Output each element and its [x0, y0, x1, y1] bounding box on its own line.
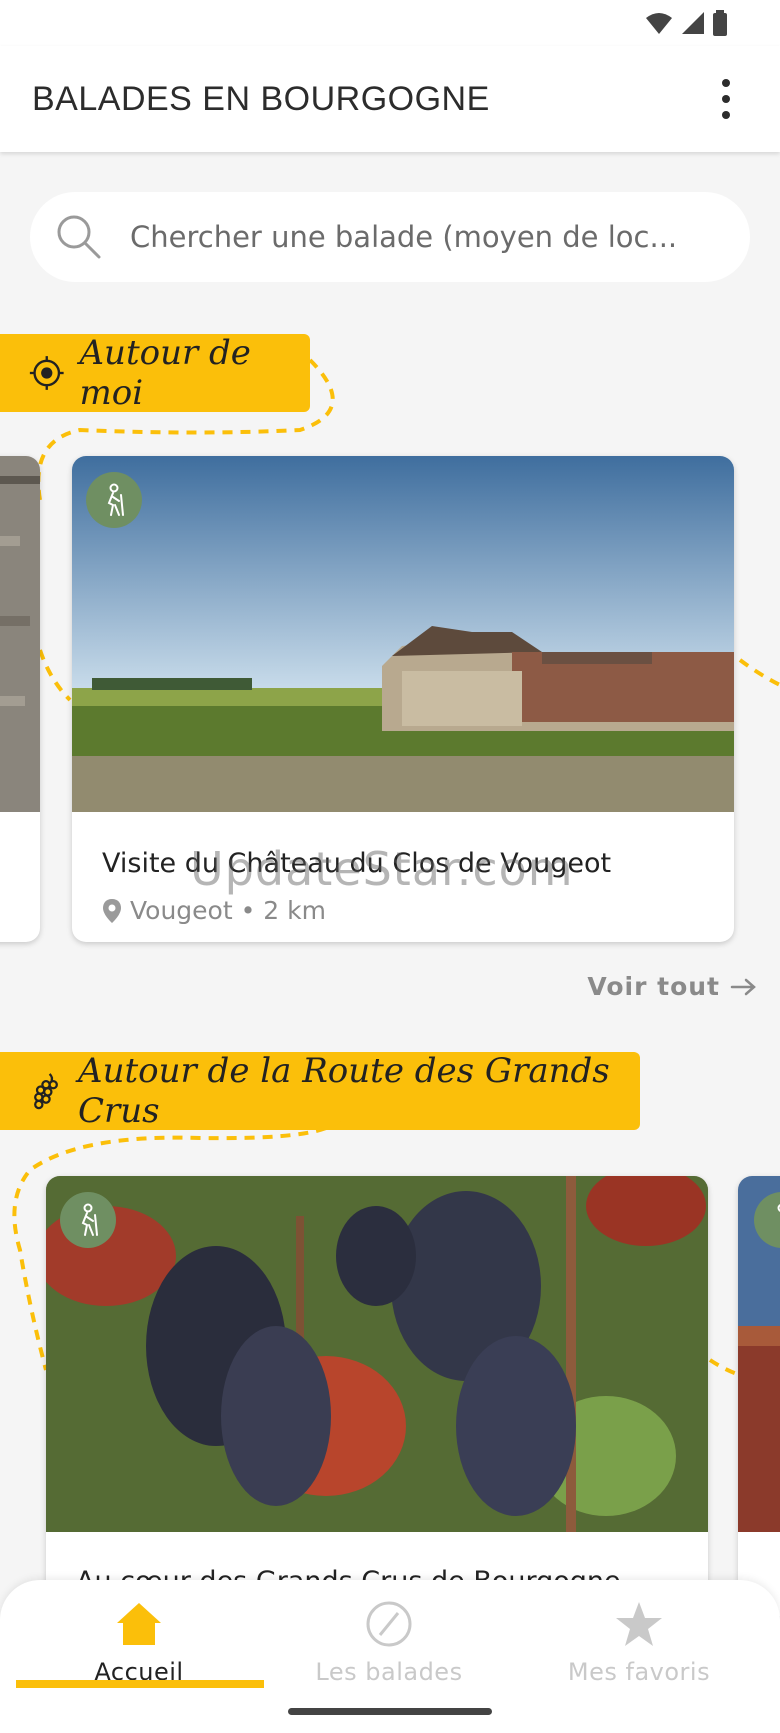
walk-badge: [86, 472, 142, 528]
app-title: BALADES EN BOURGOGNE: [32, 80, 490, 118]
hiker-icon: [777, 1203, 780, 1213]
card-meta-text: Vougeot • 2 km: [130, 896, 326, 925]
card-title: Visite du Château du Clos de Vougeot: [102, 848, 612, 879]
card-image: [0, 456, 40, 812]
arrow-right-icon: [730, 978, 756, 995]
card-image-grapes: [46, 1176, 708, 1532]
walk-card[interactable]: Au cœur des Grands Crus de Bourgogne: [46, 1176, 708, 1616]
hiker-icon: [107, 483, 124, 516]
card-partial-right[interactable]: [738, 1176, 780, 1616]
card-image-chateau: [72, 456, 734, 812]
location-pin-icon: [103, 898, 121, 923]
nav-item-walks[interactable]: Les balades: [264, 1596, 514, 1686]
wifi-icon: [646, 13, 672, 34]
status-bar: [0, 0, 780, 46]
battery-icon: [713, 10, 727, 36]
menu-dot-icon: [722, 95, 730, 103]
card-partial-left[interactable]: [0, 456, 40, 942]
hiker-icon: [81, 1203, 98, 1236]
see-all-link[interactable]: Voir tout: [587, 972, 756, 1001]
menu-dot-icon: [722, 79, 730, 87]
walk-badge: [60, 1192, 116, 1248]
nav-label: Mes favoris: [567, 1658, 711, 1686]
app-bar: BALADES EN BOURGOGNE: [0, 46, 780, 152]
home-icon: [117, 1603, 161, 1645]
nav-label: Les balades: [315, 1658, 463, 1686]
search-input[interactable]: [130, 210, 730, 264]
menu-dot-icon: [722, 111, 730, 119]
see-all-label: Voir tout: [587, 972, 720, 1001]
nav-active-indicator: [16, 1680, 264, 1688]
compass-icon: [366, 1601, 412, 1647]
home-indicator[interactable]: [288, 1708, 492, 1715]
signal-icon: [682, 12, 704, 34]
search-bar[interactable]: [30, 192, 750, 282]
grapes-icon: [34, 1073, 58, 1110]
nav-item-favorites[interactable]: Mes favoris: [514, 1596, 764, 1686]
card-location: Vougeot • 2 km: [102, 896, 326, 925]
search-icon: [57, 215, 101, 259]
walk-card[interactable]: Visite du Château du Clos de Vougeot Vou…: [72, 456, 734, 942]
nav-item-home[interactable]: Accueil: [14, 1596, 264, 1686]
overflow-menu-button[interactable]: [712, 74, 740, 122]
star-icon: [616, 1602, 662, 1646]
